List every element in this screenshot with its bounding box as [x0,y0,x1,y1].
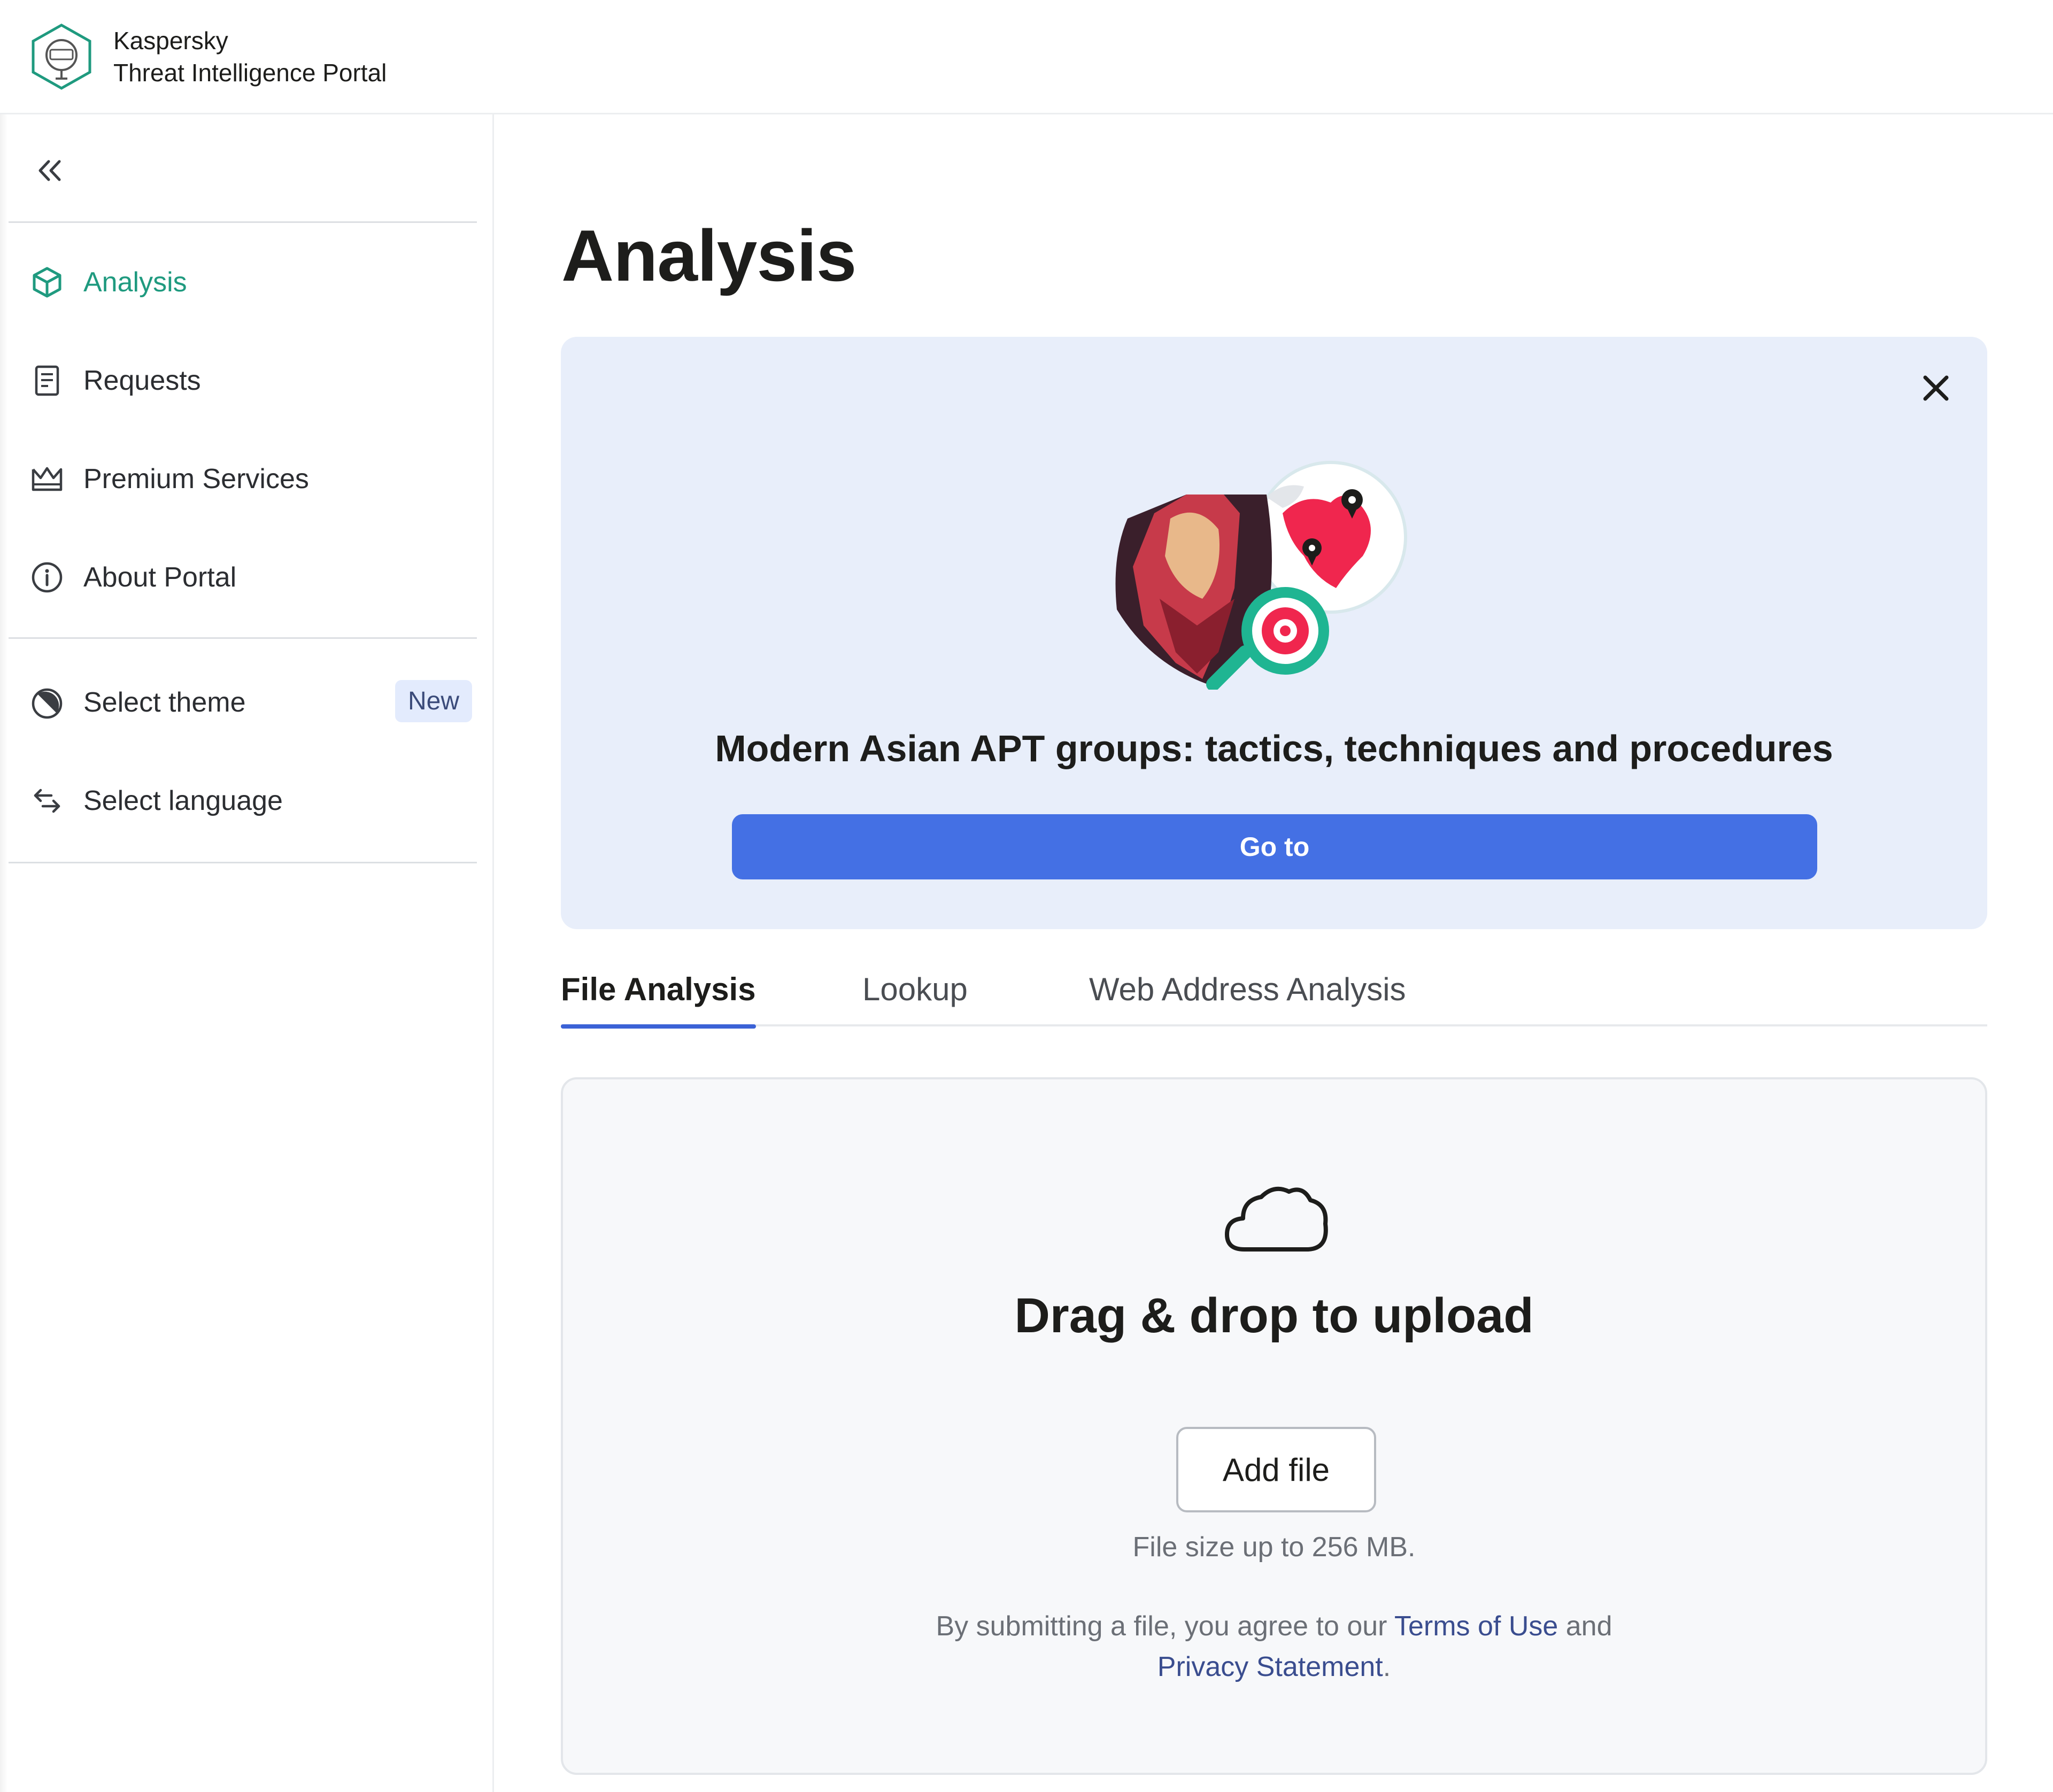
banner-close-button[interactable] [1917,369,1955,407]
terms-and: and [1565,1611,1612,1642]
sidebar-item-label: Premium Services [83,464,309,495]
analysis-tabs: File Analysis Lookup Web Address Analysi… [561,952,1987,1029]
terms-of-use-link[interactable]: Terms of Use [1394,1611,1558,1642]
double-chevron-left-icon [38,160,61,181]
privacy-statement-link[interactable]: Privacy Statement [1157,1651,1383,1682]
sidebar-divider [9,221,477,223]
banner-title: Modern Asian APT groups: tactics, techni… [715,728,1833,769]
new-badge: New [395,680,472,722]
page-title: Analysis [561,215,856,296]
go-to-button[interactable]: Go to [732,814,1817,879]
drop-title: Drag & drop to upload [1014,1288,1534,1343]
sidebar-item-label: Requests [83,365,201,396]
tab-lookup[interactable]: Lookup [862,952,968,1026]
tab-web-address-analysis[interactable]: Web Address Analysis [1089,952,1406,1026]
info-icon [30,560,64,594]
brand-name: Kaspersky [113,26,228,55]
cube-icon [30,265,64,299]
sidebar-item-analysis[interactable]: Analysis [30,258,468,307]
sidebar-item-select-language[interactable]: Select language [30,776,468,825]
product-name: Threat Intelligence Portal [113,58,387,87]
sidebar-item-label: Select language [83,785,283,816]
crown-icon [30,462,64,496]
sidebar-item-label: Select theme [83,687,246,718]
sidebar-collapse-button[interactable] [31,152,68,189]
file-drop-zone[interactable]: Drag & drop to upload Add file File size… [561,1077,1987,1775]
cloud-icon [1225,1186,1328,1252]
top-header: Kaspersky Threat Intelligence Portal [0,0,2053,114]
terms-prefix: By submitting a file, you agree to our [936,1611,1387,1642]
kaspersky-logo-icon[interactable] [30,23,93,90]
sidebar-item-requests[interactable]: Requests [30,356,468,405]
theme-icon [30,685,64,720]
sidebar-item-about-portal[interactable]: About Portal [30,553,468,602]
close-icon [1923,375,1949,401]
file-size-note: File size up to 256 MB. [1132,1532,1416,1563]
terms-notice: By submitting a file, you agree to our T… [563,1606,1985,1687]
sidebar-divider [9,637,477,639]
sidebar-item-label: Analysis [83,267,187,298]
sidebar-item-premium-services[interactable]: Premium Services [30,454,468,504]
sidebar-divider [9,862,477,863]
sidebar: Analysis Requests Premium Services About… [0,114,494,1792]
document-icon [30,364,64,398]
tab-file-analysis[interactable]: File Analysis [561,952,756,1029]
promo-banner: Modern Asian APT groups: tactics, techni… [561,337,1987,929]
language-arrows-icon [30,784,64,818]
add-file-button[interactable]: Add file [1176,1427,1376,1512]
terms-suffix: . [1383,1651,1391,1682]
sidebar-item-label: About Portal [83,562,237,593]
apt-report-illustration [1115,461,1407,690]
brand-text: Kaspersky Threat Intelligence Portal [113,25,387,89]
